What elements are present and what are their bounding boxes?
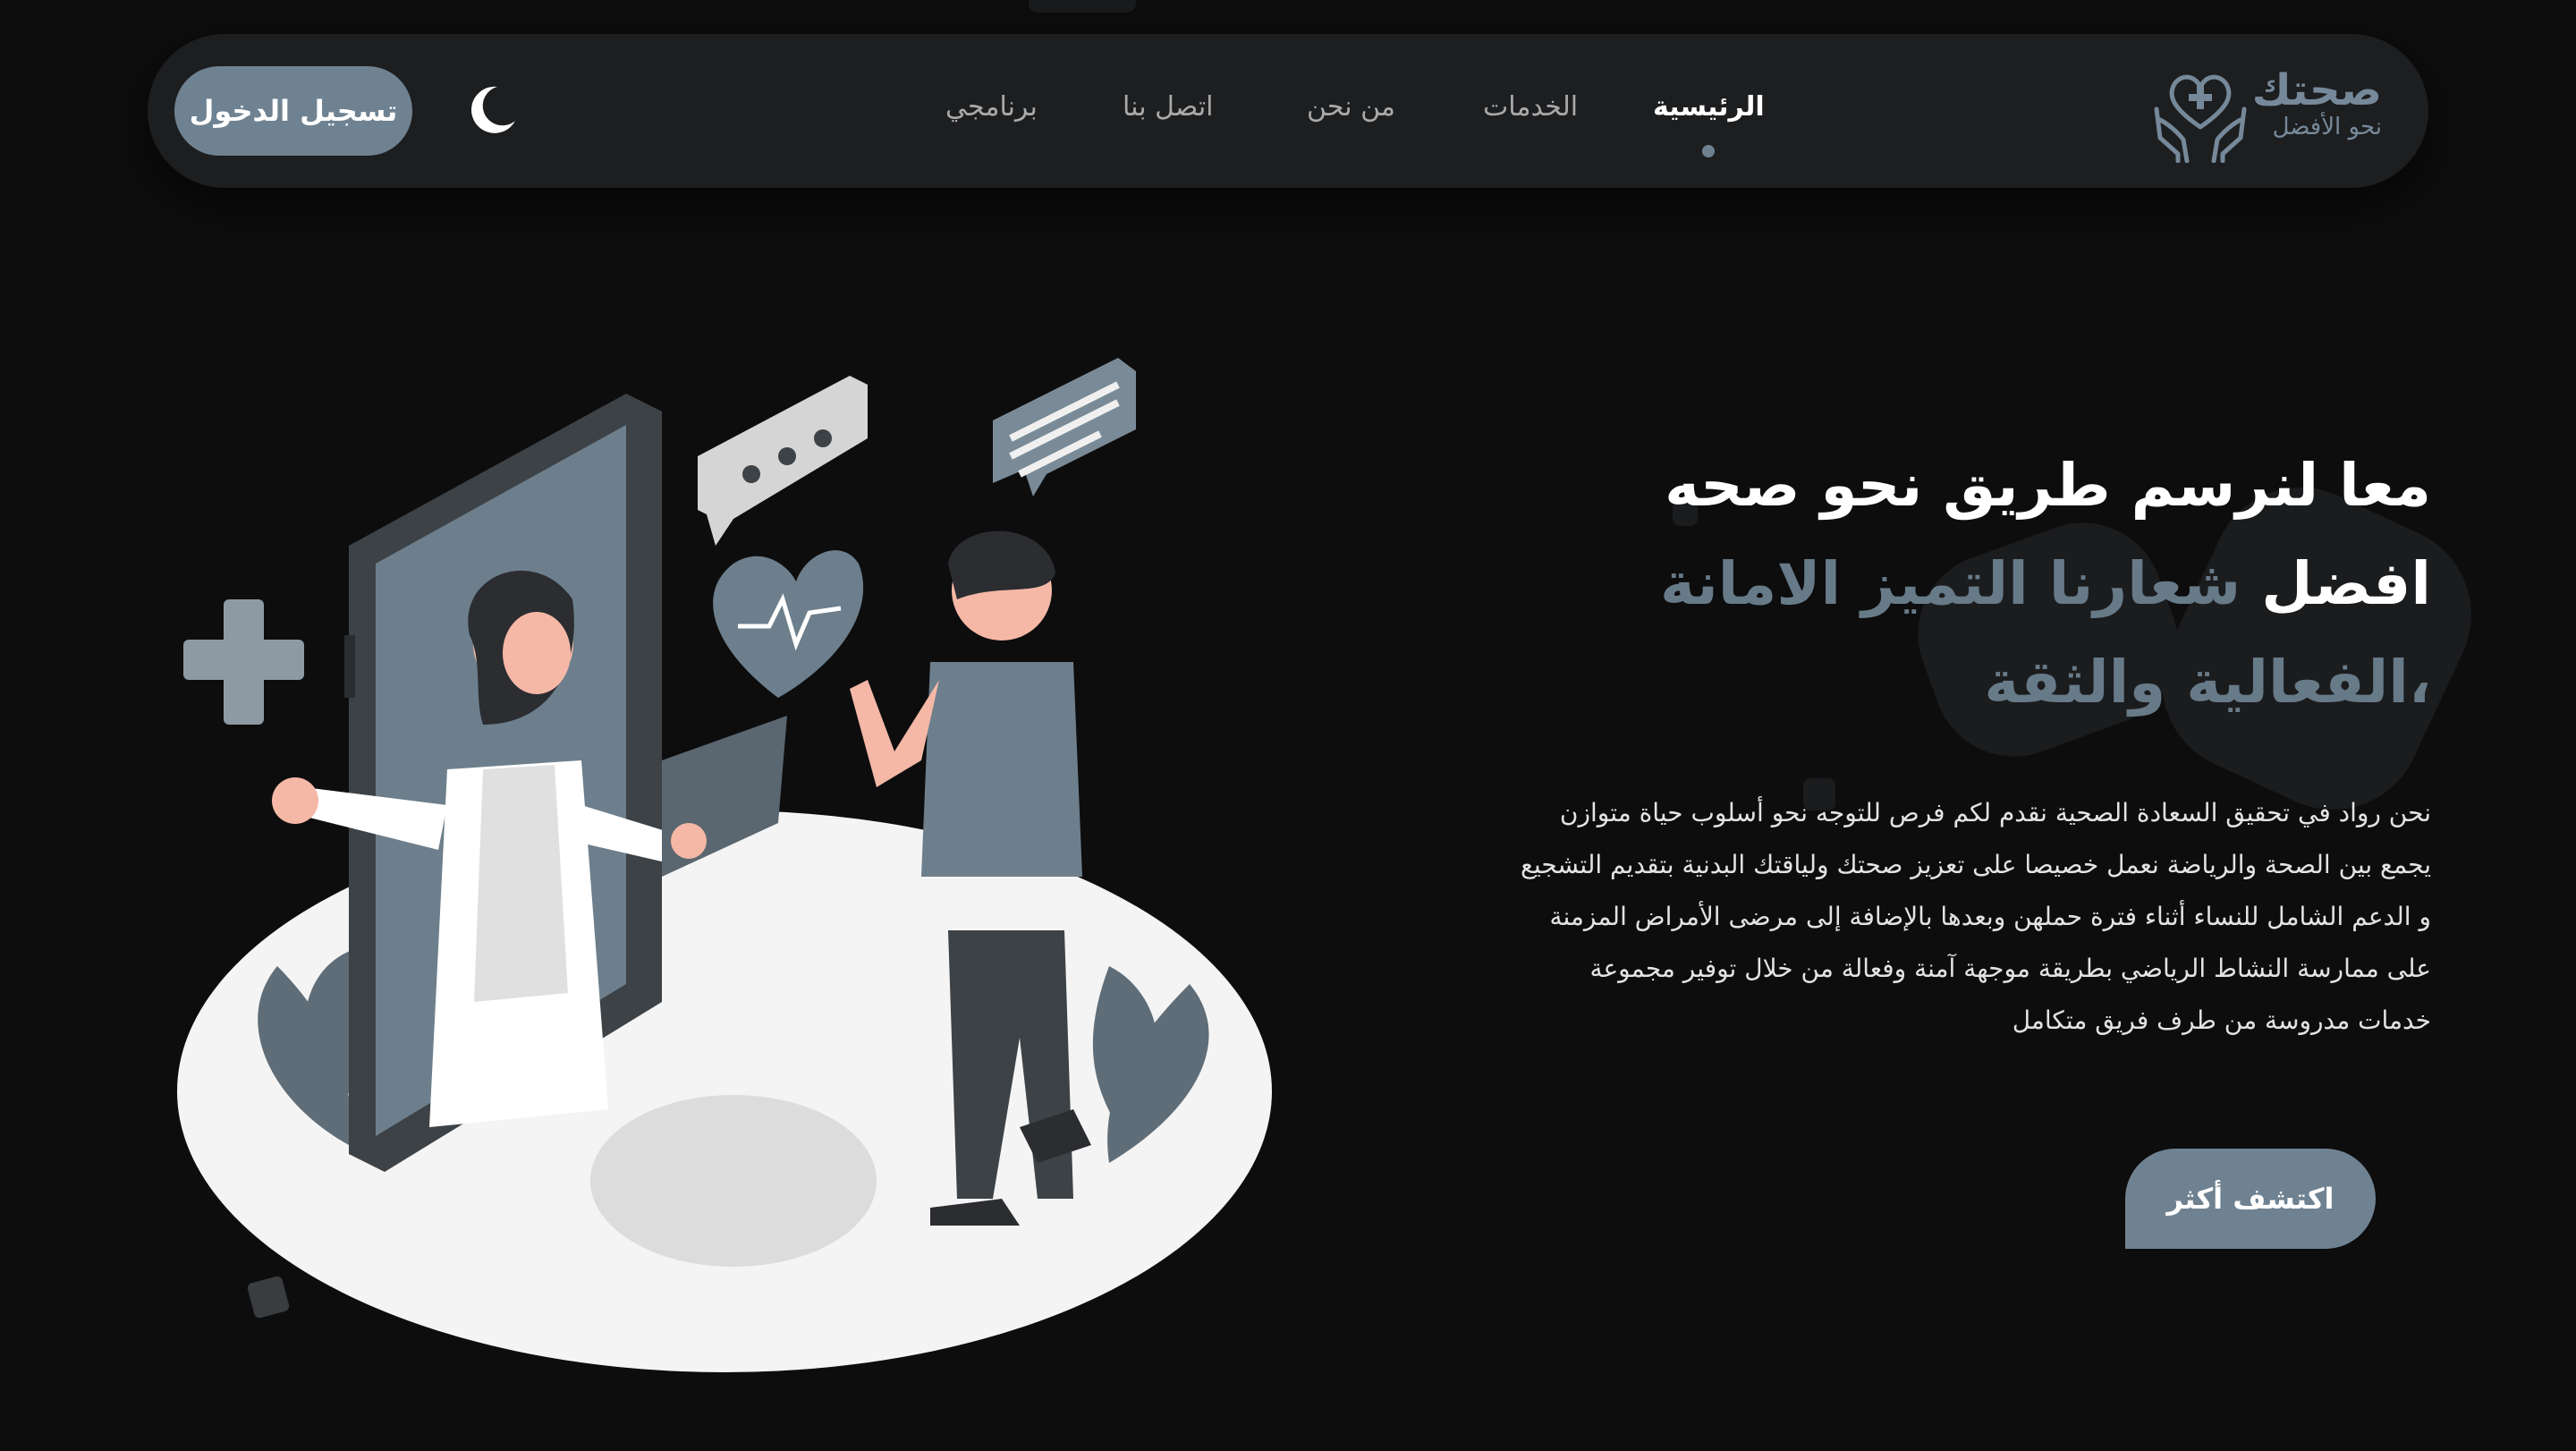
telemedicine-illustration bbox=[177, 358, 1272, 1372]
nav-item-contact[interactable]: اتصل بنا bbox=[1123, 91, 1214, 123]
heart-pulse bbox=[713, 550, 864, 698]
hero-description: نحن رواد في تحقيق السعادة الصحية نقدم لك… bbox=[1520, 798, 2431, 1035]
top-edge-tab bbox=[1029, 0, 1136, 13]
login-button[interactable]: تسجيل الدخول bbox=[174, 66, 412, 156]
navbar: صحتك نحو الأفضل الرئيسية الخدمات من نحن … bbox=[148, 34, 2428, 188]
chat-bubble-dots bbox=[698, 376, 868, 546]
nav-item-my-program[interactable]: برنامجي bbox=[945, 91, 1038, 123]
nav-item-about[interactable]: من نحن bbox=[1307, 91, 1395, 123]
floor-shadow bbox=[590, 1095, 877, 1267]
nav-item-services[interactable]: الخدمات bbox=[1483, 91, 1578, 123]
discover-more-button[interactable]: اكتشف أكثر bbox=[2125, 1149, 2376, 1249]
nav-item-home[interactable]: الرئيسية bbox=[1653, 91, 1765, 123]
moon-icon[interactable] bbox=[465, 81, 519, 135]
decor-cube bbox=[247, 1276, 290, 1319]
hero-title: معا لنرسم طريق نحو صحه افضل شعارنا التمي… bbox=[1626, 437, 2431, 732]
medical-cross bbox=[183, 599, 304, 725]
chat-bubble-lines bbox=[993, 358, 1136, 496]
active-nav-indicator bbox=[1702, 145, 1715, 157]
